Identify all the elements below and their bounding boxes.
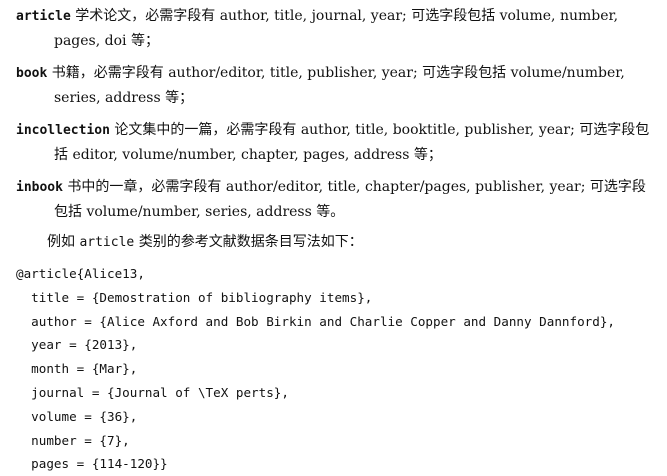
entry-article: article 学术论文，必需字段有 author, title, journa… xyxy=(16,4,658,53)
entry-book: book 书籍，必需字段有 author/editor, title, publ… xyxy=(16,61,658,110)
code-line: author = {Alice Axford and Bob Birkin an… xyxy=(16,313,615,329)
entry-description: 书中的一章，必需字段有 author/editor, title, chapte… xyxy=(54,179,646,220)
code-line: journal = {Journal of \TeX perts}, xyxy=(16,384,289,400)
code-line: pages = {114-120}} xyxy=(16,456,168,472)
code-line: @article{Alice13, xyxy=(16,266,145,281)
entry-keyword: book xyxy=(16,66,48,81)
code-line: year = {2013}, xyxy=(16,337,138,353)
code-line: month = {Mar}, xyxy=(16,361,138,377)
code-line: number = {7}, xyxy=(16,432,130,448)
entry-description: 论文集中的一篇，必需字段有 author, title, booktitle, … xyxy=(54,122,650,163)
intro-prefix: 例如 xyxy=(47,234,80,250)
entry-keyword: incollection xyxy=(16,123,110,138)
entry-incollection: incollection 论文集中的一篇，必需字段有 author, title… xyxy=(16,118,658,167)
bibtex-code-block: @article{Alice13, title = {Demostration … xyxy=(16,262,661,476)
document-page: article 学术论文，必需字段有 author, title, journa… xyxy=(0,0,667,476)
entry-description: 学术论文，必需字段有 author, title, journal, year;… xyxy=(54,8,619,49)
code-line: title = {Demostration of bibliography it… xyxy=(16,289,373,305)
example-intro: 例如 article 类别的参考文献数据条目写法如下： xyxy=(47,231,363,254)
entry-keyword: inbook xyxy=(16,180,63,195)
entry-inbook: inbook 书中的一章，必需字段有 author/editor, title,… xyxy=(16,175,658,224)
entry-description: 书籍，必需字段有 author/editor, title, publisher… xyxy=(47,65,625,106)
entry-keyword: article xyxy=(16,9,71,24)
intro-keyword: article xyxy=(79,235,135,250)
intro-suffix: 类别的参考文献数据条目写法如下： xyxy=(134,234,363,250)
code-line: volume = {36}, xyxy=(16,408,138,424)
